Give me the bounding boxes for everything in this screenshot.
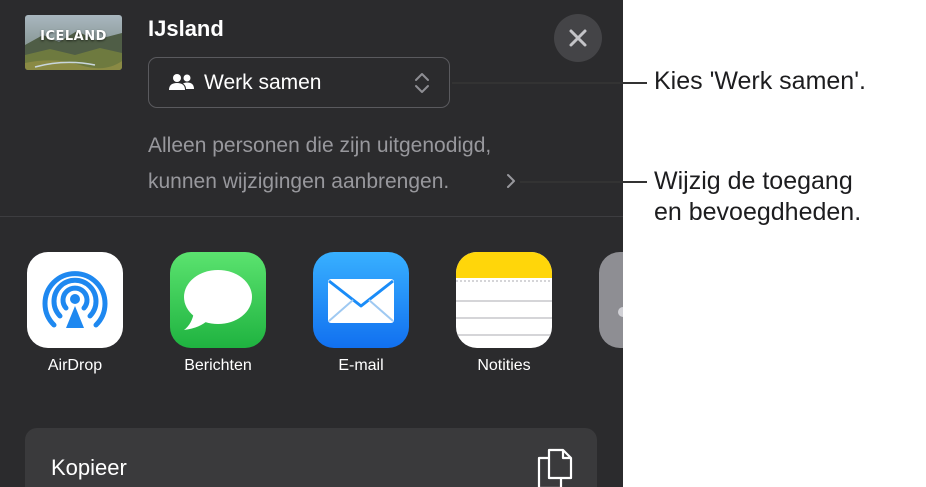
callout-collaboration-text: Kies 'Werk samen'. [654, 67, 866, 95]
close-button[interactable] [554, 14, 602, 62]
notes-tile[interactable] [456, 252, 552, 348]
stage: ICELAND IJsland Werk samen Alleen person… [0, 0, 926, 487]
copy-label: Kopieer [51, 455, 127, 480]
callout-access-line-2: en bevoegdheden. [654, 198, 862, 226]
mail-icon [328, 279, 394, 323]
callout-access: Wijzig de toegang en bevoegdheden. [654, 166, 861, 228]
share-sheet: ICELAND IJsland Werk samen Alleen person… [0, 0, 623, 487]
messages-icon [184, 270, 252, 330]
close-icon [569, 29, 587, 47]
collaboration-mode-select[interactable]: Werk samen [148, 57, 450, 108]
chevron-up-down-icon [415, 73, 429, 93]
airdrop-label: AirDrop [47, 357, 103, 374]
callout-line-collaboration [452, 82, 647, 84]
people-icon [169, 74, 194, 90]
document-title: IJsland [148, 16, 224, 41]
airdrop-icon [42, 271, 108, 328]
more-apps-tile[interactable] [599, 252, 623, 348]
document-thumbnail: ICELAND [25, 15, 122, 70]
copy-action-row[interactable]: Kopieer [25, 428, 597, 487]
access-description-line-1: Alleen personen die zijn uitgenodigd, [148, 134, 492, 157]
divider [0, 216, 623, 217]
messages-tile[interactable] [170, 252, 266, 348]
airdrop-tile[interactable] [27, 252, 123, 348]
notes-icon [456, 252, 552, 336]
thumbnail-title: ICELAND [40, 29, 107, 44]
callout-access-line-1: Wijzig de toegang [654, 167, 853, 195]
more-icon [618, 307, 623, 317]
callout-line-access [520, 181, 647, 183]
notes-label: Notities [477, 357, 531, 374]
callout-collaboration: Kies 'Werk samen'. [654, 66, 866, 97]
messages-label: Berichten [184, 357, 252, 374]
mail-tile[interactable] [313, 252, 409, 348]
collaboration-mode-label: Werk samen [204, 71, 322, 94]
copy-icon [537, 448, 573, 487]
chevron-right-icon[interactable] [505, 172, 517, 190]
mail-label: E-mail [338, 357, 384, 374]
